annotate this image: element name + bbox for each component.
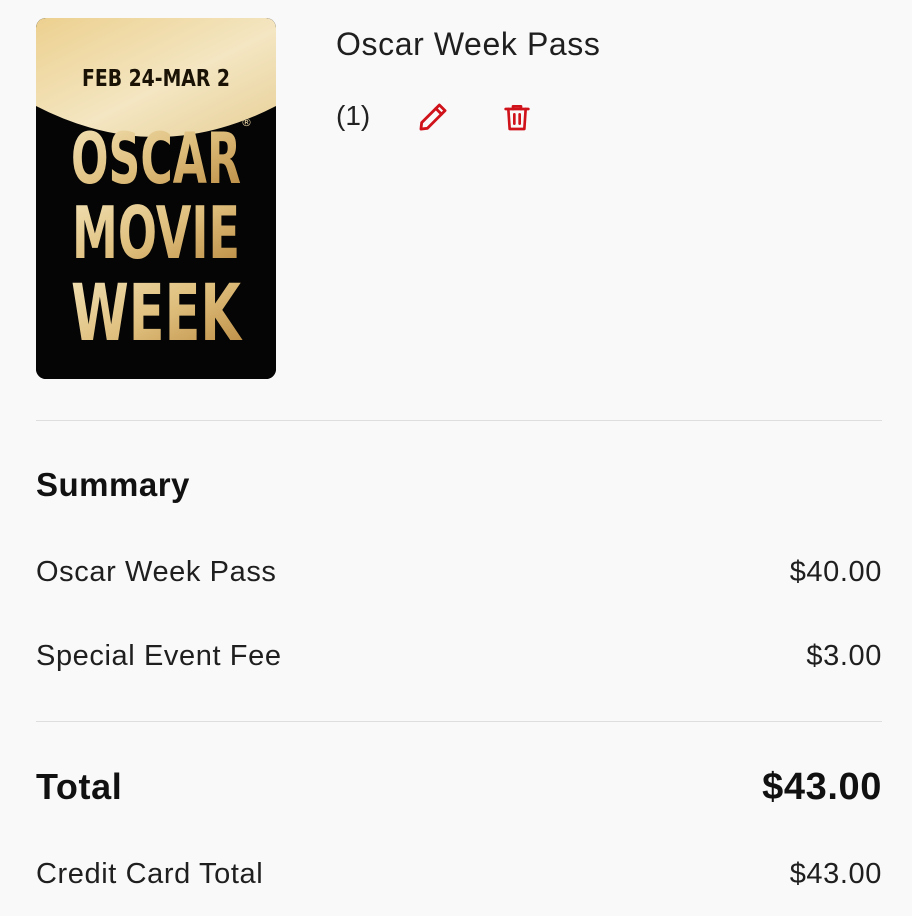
total-row: Total $43.00 xyxy=(36,766,882,809)
total-amount: $43.00 xyxy=(762,766,882,808)
poster-title-line2: MOVIE xyxy=(72,191,240,275)
poster-registered-mark: ® xyxy=(241,116,252,129)
divider xyxy=(36,420,882,421)
poster-title-line1: OSCAR xyxy=(71,118,241,200)
divider xyxy=(36,721,882,722)
credit-card-total-amount: $43.00 xyxy=(789,858,882,890)
edit-item-button[interactable] xyxy=(414,98,452,136)
poster-dates: FEB 24-MAR 2 xyxy=(82,66,230,92)
cart-item: FEB 24-MAR 2 OSCAR ® MOVIE WEEK Oscar We… xyxy=(36,18,882,380)
delete-item-button[interactable] xyxy=(498,98,536,136)
summary-line-label: Oscar Week Pass xyxy=(36,556,277,588)
item-name: Oscar Week Pass xyxy=(336,26,601,62)
summary-line-amount: $3.00 xyxy=(806,640,882,672)
summary-line-label: Special Event Fee xyxy=(36,640,282,672)
oscar-movie-week-poster: FEB 24-MAR 2 OSCAR ® MOVIE WEEK xyxy=(36,18,276,379)
item-quantity: (1) xyxy=(336,100,371,131)
pencil-icon xyxy=(419,103,447,131)
summary-line-pass: Oscar Week Pass $40.00 xyxy=(36,556,882,589)
summary-heading: Summary xyxy=(36,466,190,503)
poster-title-line3: WEEK xyxy=(71,269,243,359)
credit-card-total-row: Credit Card Total $43.00 xyxy=(36,858,882,891)
summary-line-fee: Special Event Fee $3.00 xyxy=(36,640,882,673)
credit-card-total-label: Credit Card Total xyxy=(36,858,264,890)
summary-line-amount: $40.00 xyxy=(789,556,882,588)
trash-icon xyxy=(504,105,530,131)
total-label: Total xyxy=(36,766,123,807)
